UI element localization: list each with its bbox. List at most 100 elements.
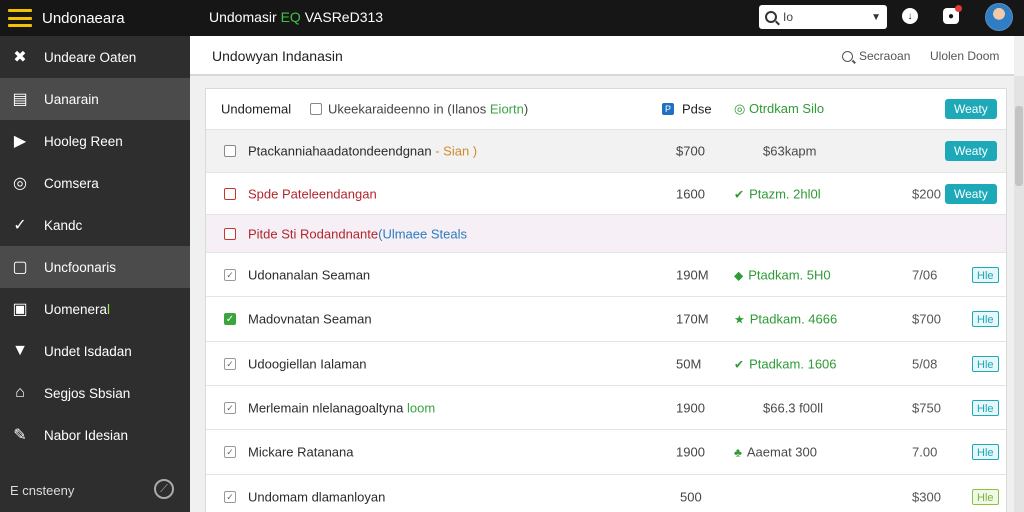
check-icon: ◆	[734, 268, 744, 282]
row-checkbox[interactable]: ✓	[224, 446, 236, 458]
row-qty: 170M	[676, 311, 709, 327]
row-checkbox[interactable]: ✓	[224, 268, 236, 281]
row-tag[interactable]: Hle	[972, 399, 999, 416]
row-status: ♣ Aaemat 300	[734, 445, 817, 460]
header-col-2-text: Ukeekaraideenno in (Ilanos	[328, 101, 490, 117]
row-name: Spde Pateleendangan	[248, 186, 377, 201]
tree-icon: ♣	[734, 445, 742, 460]
star-icon: ★	[734, 312, 745, 327]
table-row[interactable]: ✓ Mickare Ratanana 1900 ♣ Aaemat 300 7.00…	[206, 430, 1006, 475]
row-name-accent: loom	[403, 400, 436, 415]
scrollbar-thumb[interactable]	[1015, 106, 1023, 186]
page-title: Undowyan Indanasin	[212, 48, 343, 64]
sidebar-item-label: Comsera	[44, 175, 99, 191]
row-checkbox[interactable]	[224, 145, 236, 157]
header-col-1: Undomemal	[221, 101, 292, 117]
sidebar-item-8[interactable]: ⌂ Segjos Sbsian	[0, 372, 190, 414]
row-qty: 500	[680, 489, 702, 505]
search-icon	[765, 11, 777, 23]
main-content: Undowyan Indanasin Secraoan Ulolen Doom …	[190, 36, 1024, 512]
download-icon[interactable]: ↓	[902, 8, 918, 24]
row-price: $700	[676, 143, 705, 159]
tools-icon: ✖	[13, 49, 27, 66]
row-checkbox[interactable]: ✓	[224, 313, 236, 325]
sidebar-footer-label: E cnsteeny	[10, 482, 75, 498]
row-price: $200	[912, 186, 941, 201]
check-icon: ✔	[734, 357, 745, 371]
header-col-2-tail: )	[523, 101, 529, 117]
row-qty: 50M	[676, 356, 702, 371]
table-row[interactable]: Pitde Sti Rodandnante(Ulmaee Steals	[206, 215, 1006, 253]
header-col-2: Ukeekaraideenno in (Ilanos Eiortn)	[328, 102, 528, 117]
row-tag[interactable]: Hle	[972, 489, 999, 505]
sidebar: ✖ Undeare Oaten ▤ Uanarain ▶ Hooleg Reen ◎ C…	[0, 36, 190, 512]
table-row[interactable]: ✓ Merlemain nlelanagoaltyna loom 1900 $6…	[206, 386, 1006, 430]
sidebar-item-7[interactable]: ▼ Undet Isdadan	[0, 330, 190, 372]
row-qty: 1900	[676, 400, 705, 415]
global-search[interactable]: Io ▼	[759, 5, 887, 29]
select-all-checkbox[interactable]	[310, 103, 322, 115]
search-input[interactable]: Io	[783, 10, 871, 24]
row-checkbox[interactable]: ✓	[224, 491, 236, 503]
sidebar-item-label: Nabor Idesian	[44, 427, 129, 443]
sidebar-item-9[interactable]: ✎ Nabor Idesian	[0, 414, 190, 456]
row-tag[interactable]: Hle	[972, 266, 999, 283]
row-name-text: Merlemain nlelanagoaltyna	[248, 400, 404, 415]
play-icon: ▶	[13, 133, 27, 150]
row-name: Madovnatan Seaman	[248, 311, 372, 327]
row-tag[interactable]: Hle	[972, 355, 999, 372]
row-status-text: Ptazm. 2hl0l	[749, 186, 821, 201]
table-row[interactable]: Ptackanniahaadatondeendgnan - Sian ) $70…	[206, 130, 1006, 173]
row-price: $700	[912, 311, 941, 327]
row-tag[interactable]: Hle	[972, 444, 999, 460]
sidebar-item-6[interactable]: ▣ Uomenera l	[0, 288, 190, 330]
sidebar-item-label: Kandc	[44, 217, 83, 233]
sidebar-footer: E cnsteeny ⟋	[0, 468, 190, 512]
sidebar-item-label: Uanarain	[44, 91, 99, 107]
sidebar-item-accent: l	[107, 301, 111, 317]
row-name: Ptackanniahaadatondeendgnan - Sian )	[248, 144, 477, 159]
row-price: $300	[912, 489, 941, 505]
sidebar-item-5[interactable]: ▢ Uncfoonaris	[0, 246, 190, 288]
sidebar-item-1[interactable]: ▤ Uanarain	[0, 78, 190, 120]
row-qty: 1900	[676, 444, 705, 460]
open-link[interactable]: Ulolen Doom	[930, 49, 999, 63]
page-search[interactable]: Secraoan	[842, 49, 910, 63]
table-row[interactable]: ✓ Udonanalan Seaman 190M ◆ Ptadkam. 5H0 7…	[206, 253, 1006, 297]
sidebar-item-label: Uncfoonaris	[44, 259, 117, 275]
top-bar: Undonaeara Undomasir EQ VASReD313 Io ▼ ↓…	[0, 0, 1024, 36]
square-icon: ▢	[12, 259, 28, 276]
row-action-button[interactable]: Weaty	[945, 183, 997, 204]
notification-icon[interactable]: ●	[943, 5, 962, 24]
sidebar-item-4[interactable]: ✓ Kandc	[0, 204, 190, 246]
table-row[interactable]: ✓ Udoogiellan Ialaman 50M ✔ Ptadkam. 1606…	[206, 342, 1006, 386]
settings-icon[interactable]: ⟋	[154, 479, 174, 499]
app-brand[interactable]: Undonaeara	[0, 0, 190, 36]
row-status-text: Ptadkam. 5H0	[748, 267, 831, 282]
table-row[interactable]: ✓ Madovnatan Seaman 170M ★ Ptadkam. 4666 …	[206, 297, 1006, 342]
row-status: ◆ Ptadkam. 5H0	[734, 267, 831, 282]
row-checkbox[interactable]	[224, 187, 236, 200]
row-tag[interactable]: Hle	[972, 311, 999, 327]
row-name: Merlemain nlelanagoaltyna loom	[248, 400, 435, 415]
table-row[interactable]: Spde Pateleendangan 1600 ✔ Ptazm. 2hl0l $…	[206, 173, 1006, 215]
printer-icon: ▣	[12, 301, 28, 318]
header-col-2-accent: Eiortn	[489, 101, 524, 117]
header-action-button[interactable]: Weaty	[945, 99, 997, 119]
row-price: 7.00	[912, 444, 938, 460]
sidebar-item-2[interactable]: ▶ Hooleg Reen	[0, 120, 190, 162]
row-checkbox[interactable]: ✓	[224, 401, 236, 414]
row-action-button[interactable]: Weaty	[945, 141, 997, 161]
sidebar-item-0[interactable]: ✖ Undeare Oaten	[0, 36, 190, 78]
table-row[interactable]: ✓ Undomam dlamanloyan 500 $300 Hle	[206, 475, 1006, 512]
row-checkbox[interactable]: ✓	[224, 357, 236, 370]
row-checkbox[interactable]	[224, 227, 236, 240]
row-status: $66.3 f00ll	[763, 400, 823, 415]
chevron-down-icon[interactable]: ▼	[871, 12, 881, 23]
content-scrollbar[interactable]	[1014, 76, 1024, 512]
user-avatar[interactable]	[985, 3, 1013, 31]
row-price: 7/06	[912, 267, 938, 282]
row-qty: 1600	[676, 186, 705, 201]
sidebar-item-3[interactable]: ◎ Comsera	[0, 162, 190, 204]
sidebar-item-label: Undet Isdadan	[44, 343, 132, 359]
